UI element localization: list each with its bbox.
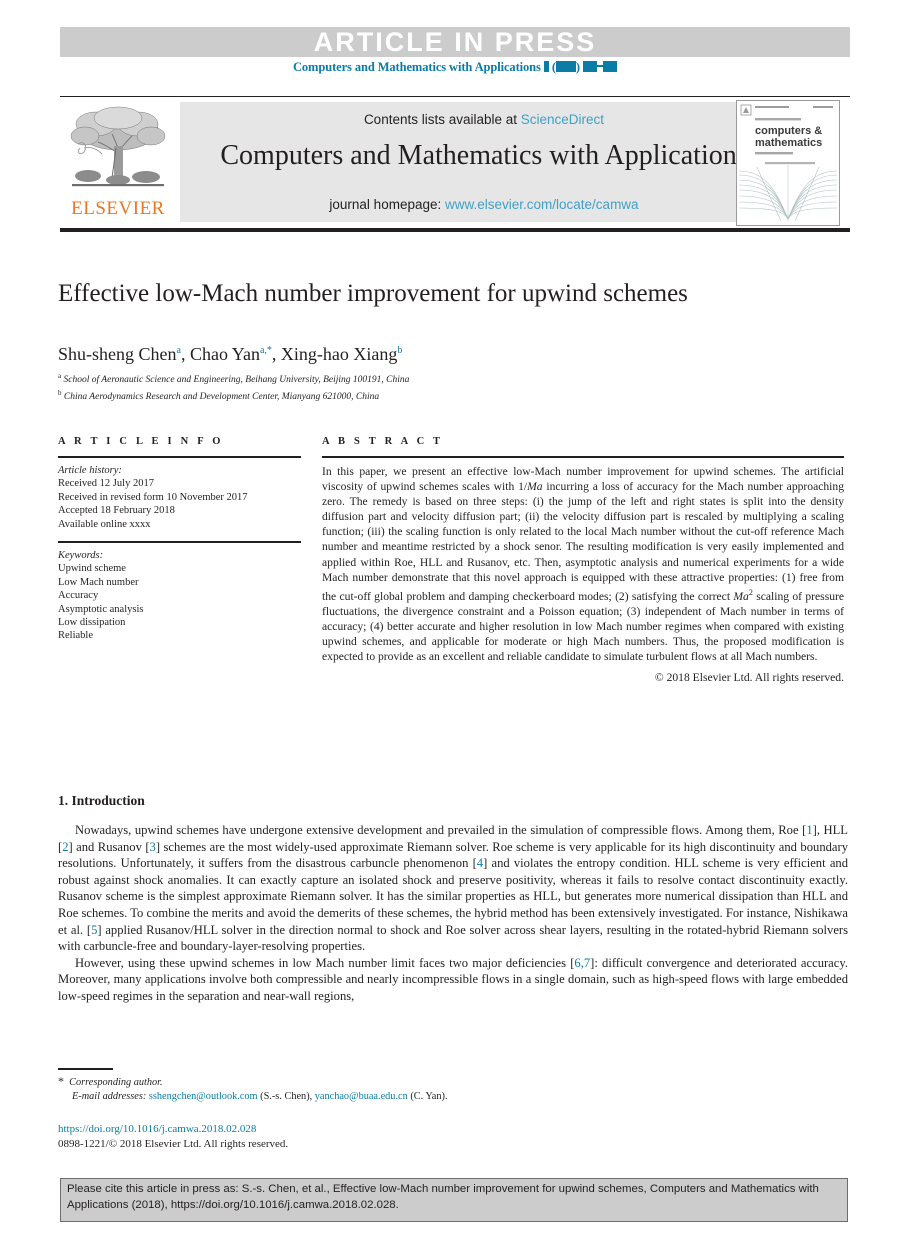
- author-name-3: Xing-hao Xiang: [280, 344, 398, 364]
- doi-link[interactable]: https://doi.org/10.1016/j.camwa.2018.02.…: [58, 1122, 658, 1137]
- author-affil-marker-2[interactable]: a,*: [260, 345, 272, 356]
- email-owner-1: (S.-s. Chen),: [260, 1091, 313, 1102]
- article-info-rule-1: [58, 456, 301, 458]
- email-link-2[interactable]: yanchao@buaa.edu.cn: [315, 1091, 408, 1102]
- introduction-heading: 1. Introduction: [58, 793, 145, 808]
- cite-this-article-text: Please cite this article in press as: S.…: [67, 1183, 819, 1211]
- journal-cover-thumbnail: computers & mathematics: [736, 100, 840, 226]
- article-info-rule-2: [58, 541, 301, 544]
- affiliation-marker-b: b: [58, 389, 62, 398]
- affiliation-a: a School of Aeronautic Science and Engin…: [58, 370, 758, 387]
- footnote-rule: [58, 1068, 113, 1070]
- svg-text:mathematics: mathematics: [755, 137, 822, 149]
- doi-block: https://doi.org/10.1016/j.camwa.2018.02.…: [58, 1122, 658, 1152]
- introduction-paragraph-2: However, using these upwind schemes in l…: [58, 955, 848, 1003]
- masthead-center-panel: Contents lists available at ScienceDirec…: [180, 102, 788, 222]
- article-history-block: Article history: Received 12 July 2017 R…: [58, 464, 301, 531]
- journal-masthead: ELSEVIER Contents lists available at Sci…: [60, 100, 850, 226]
- introduction-paragraph-1: Nowadays, upwind schemes have undergone …: [58, 823, 848, 954]
- article-info-heading: A R T I C L E I N F O: [58, 436, 224, 447]
- affiliation-marker-a: a: [58, 372, 62, 380]
- affiliation-list: a School of Aeronautic Science and Engin…: [58, 370, 758, 404]
- author-name-2: Chao Yan: [189, 344, 260, 364]
- abstract-copyright: © 2018 Elsevier Ltd. All rights reserved…: [654, 671, 844, 685]
- contents-list-prefix: Contents lists available at: [363, 112, 521, 127]
- keyword-item: Low Mach number: [58, 576, 139, 588]
- journal-cover-image: computers & mathematics: [737, 101, 839, 225]
- keyword-item: Low dissipation: [58, 617, 126, 629]
- keyword-item: Asymptotic analysis: [58, 603, 144, 615]
- masthead-top-rule: [60, 96, 850, 97]
- author-affil-marker-3[interactable]: b: [397, 345, 402, 356]
- journal-homepage-line: journal homepage: www.elsevier.com/locat…: [180, 197, 788, 212]
- keyword-item: Upwind scheme: [58, 563, 126, 575]
- page-title: Effective low-Mach number improvement fo…: [58, 280, 688, 307]
- paper-page: ARTICLE IN PRESS Computers and Mathemati…: [0, 0, 907, 1238]
- keyword-item: Reliable: [58, 630, 93, 642]
- author-affil-marker-1[interactable]: a: [177, 345, 181, 356]
- article-history-item: Received in revised form 10 November 201…: [58, 491, 248, 503]
- email-addresses-line: E-mail addresses: sshengchen@outlook.com…: [58, 1090, 658, 1104]
- email-addresses-label: E-mail addresses:: [72, 1091, 147, 1102]
- article-history-item: Accepted 18 February 2018: [58, 505, 175, 517]
- email-owner-2: (C. Yan).: [410, 1091, 448, 1102]
- cite-this-article-box: Please cite this article in press as: S.…: [60, 1178, 848, 1222]
- keywords-block: Keywords: Upwind scheme Low Mach number …: [58, 549, 301, 643]
- asterisk-icon: *: [58, 1074, 64, 1088]
- author-list: Shu-sheng Chena, Chao Yana,*, Xing-hao X…: [58, 344, 403, 364]
- corresponding-author-note: * Corresponding author.: [58, 1074, 658, 1090]
- journal-reference-line: Computers and Mathematics with Applicati…: [60, 60, 850, 75]
- journal-title: Computers and Mathematics with Applicati…: [220, 140, 748, 171]
- issn-copyright-line: 0898-1221/© 2018 Elsevier Ltd. All right…: [58, 1138, 289, 1150]
- svg-text:computers &: computers &: [755, 125, 822, 137]
- affiliation-b: b China Aerodynamics Research and Develo…: [58, 387, 758, 404]
- keywords-label: Keywords:: [58, 550, 104, 562]
- corresponding-author-label: Corresponding author.: [69, 1077, 163, 1088]
- abstract-rule: [322, 456, 844, 458]
- sciencedirect-link[interactable]: ScienceDirect: [521, 112, 604, 127]
- affiliation-text-a: School of Aeronautic Science and Enginee…: [63, 375, 410, 386]
- journal-homepage-link[interactable]: www.elsevier.com/locate/camwa: [445, 197, 639, 212]
- footnote-block: * Corresponding author. E-mail addresses…: [58, 1074, 658, 1104]
- article-in-press-banner: ARTICLE IN PRESS: [60, 27, 850, 57]
- elsevier-tree-icon: [70, 106, 166, 187]
- article-history-label: Article history:: [58, 465, 122, 476]
- contents-list-line: Contents lists available at ScienceDirec…: [180, 112, 788, 127]
- introduction-body: Nowadays, upwind schemes have undergone …: [58, 822, 848, 1005]
- article-in-press-label: ARTICLE IN PRESS: [313, 27, 597, 57]
- abstract-heading: A B S T R A C T: [322, 436, 444, 447]
- keyword-item: Accuracy: [58, 590, 99, 602]
- abstract-text: In this paper, we present an effective l…: [322, 465, 845, 663]
- journal-reference-title: Computers and Mathematics with Applicati…: [292, 60, 541, 74]
- article-history-item: Received 12 July 2017: [58, 478, 154, 490]
- elsevier-wordmark: ELSEVIER: [71, 198, 165, 219]
- abstract-column: A B S T R A C T In this paper, we presen…: [322, 436, 844, 684]
- author-name-1: Shu-sheng Chen: [58, 344, 177, 364]
- volume-placeholder: (): [543, 60, 617, 74]
- journal-homepage-prefix: journal homepage:: [329, 197, 445, 212]
- article-info-column: A R T I C L E I N F O Article history: R…: [58, 436, 301, 643]
- email-link-1[interactable]: sshengchen@outlook.com: [149, 1091, 258, 1102]
- article-history-item: Available online xxxx: [58, 518, 151, 530]
- elsevier-logo: ELSEVIER: [62, 102, 174, 222]
- masthead-bottom-rule: [60, 228, 850, 232]
- affiliation-text-b: China Aerodynamics Research and Developm…: [63, 392, 380, 403]
